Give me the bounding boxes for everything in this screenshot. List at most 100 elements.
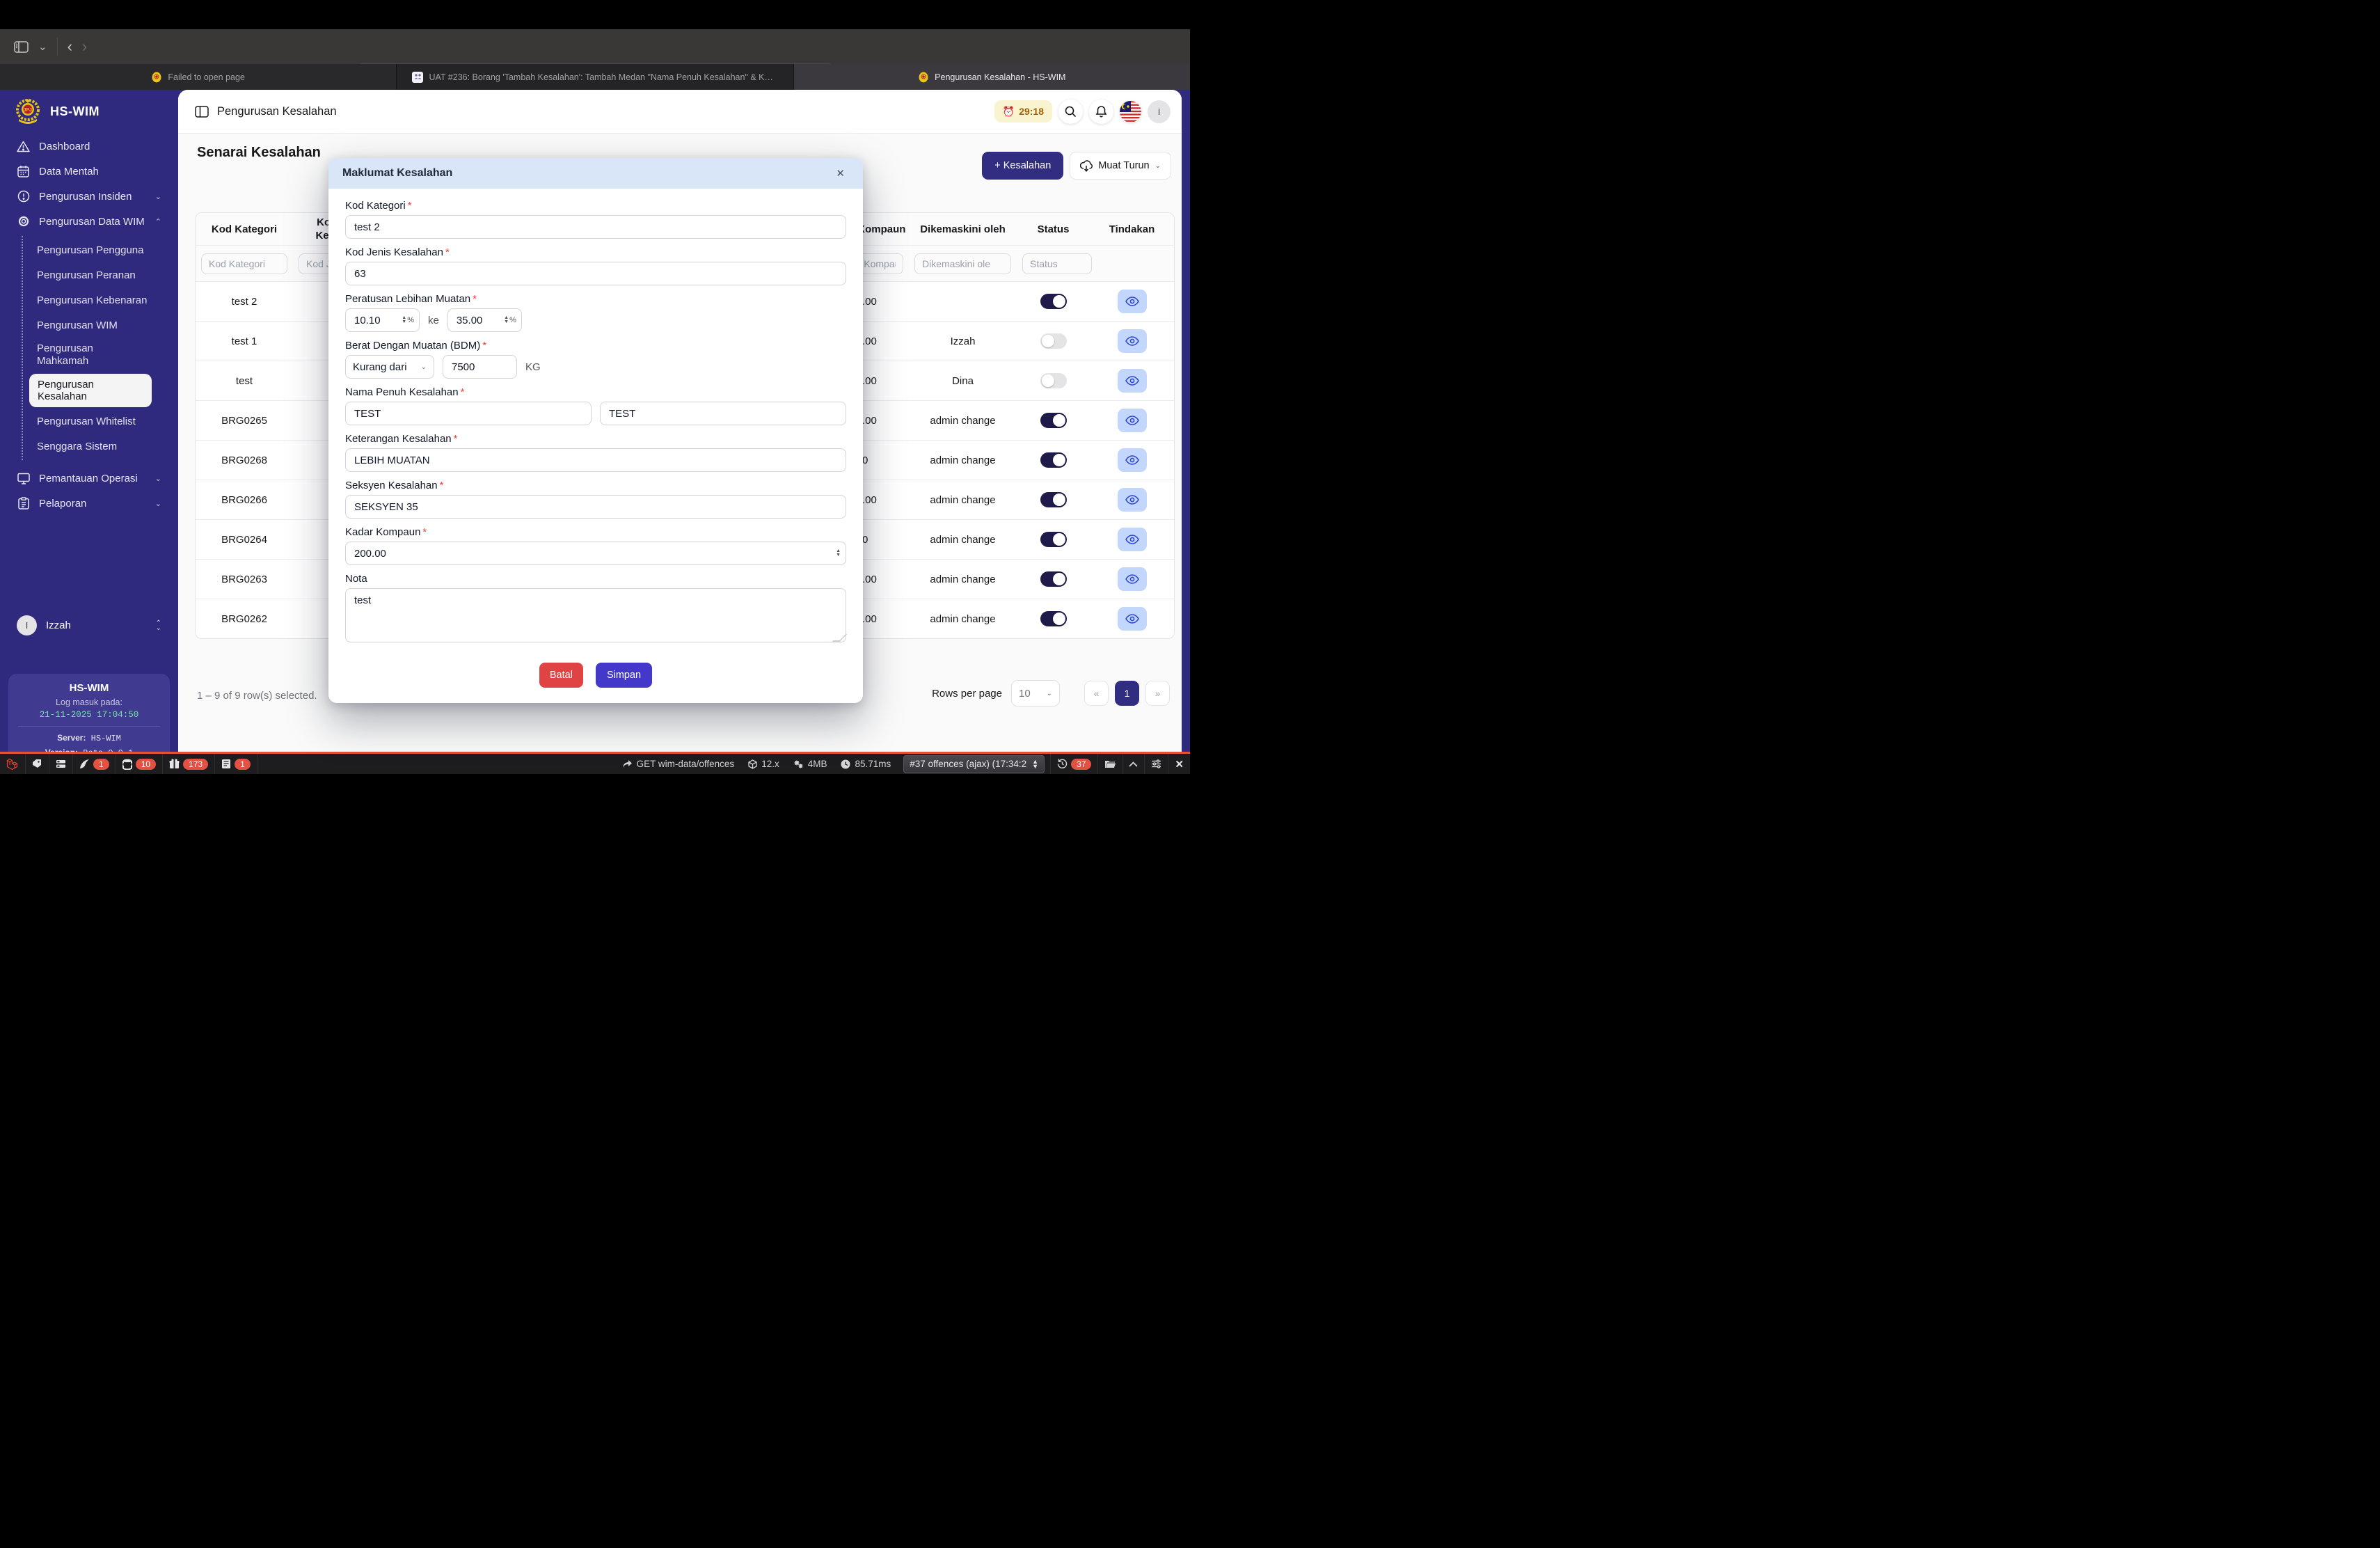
search-button[interactable] [1058,99,1083,124]
percent-spinner-icon[interactable]: ▲ ▼% [504,315,516,324]
nota-textarea[interactable] [345,588,846,642]
eye-icon [1125,614,1139,624]
kod-jenis-input[interactable] [345,262,846,285]
settings-sliders-button[interactable] [1144,754,1168,774]
number-spinner-icon[interactable]: ▲ ▼ [836,548,841,558]
sidebar-item-data-mentah[interactable]: Data Mentah [0,159,178,184]
bdm-operator-select[interactable]: Kurang dari ⌄ [345,355,434,379]
cancel-button[interactable]: Batal [539,663,583,688]
page-size-select[interactable]: 10 ⌄ [1011,680,1060,706]
view-button[interactable] [1117,488,1147,512]
view-button[interactable] [1117,567,1147,591]
status-toggle[interactable] [1040,492,1067,507]
percent-spinner-icon[interactable]: ▲ ▼% [402,315,414,324]
back-button[interactable]: ‹ [68,39,72,54]
sidebar-item-senggara-sistem[interactable]: Senggara Sistem [23,434,178,459]
tab-title: Failed to open page [168,72,245,82]
timeline-tab[interactable] [49,754,73,774]
views-tab[interactable]: 1 [215,754,257,774]
status-toggle[interactable] [1040,333,1067,349]
history-button[interactable]: 37 [1050,754,1097,774]
sidebar-item-dashboard[interactable]: Dashboard [0,134,178,159]
request-selector[interactable]: #37 offences (ajax) (17:34:2 ▲ ▼ [903,755,1045,773]
request-stat: GET wim-data/offences [615,759,742,769]
download-button[interactable]: Muat Turun ⌄ [1070,152,1171,180]
sidebar-item-pengurusan-peranan[interactable]: Pengurusan Peranan [23,262,178,287]
status-toggle[interactable] [1040,452,1067,468]
status-toggle[interactable] [1040,373,1067,388]
view-button[interactable] [1117,329,1147,353]
status-toggle[interactable] [1040,611,1067,626]
kod-kategori-input[interactable] [345,215,846,239]
tab-hswim[interactable]: Pengurusan Kesalahan - HS-WIM [793,64,1190,90]
field-label: Nota [345,573,367,585]
sidebar-item-pengurusan-data-wim[interactable]: Pengurusan Data WIM ⌃ [0,209,178,234]
download-cloud-icon [1080,159,1093,172]
jpj-favicon [151,72,162,83]
close-icon[interactable]: ✕ [832,166,849,180]
laravel-logo-icon[interactable] [0,754,26,774]
required-asterisk: * [407,200,412,212]
page-1-button[interactable]: 1 [1115,681,1139,706]
view-button[interactable] [1117,290,1147,313]
exceptions-tab[interactable]: 1 [73,754,116,774]
view-button[interactable] [1117,448,1147,472]
sidebar-item-pengurusan-mahkamah[interactable]: Pengurusan Mahkamah [23,338,120,372]
seksyen-input[interactable] [345,495,846,519]
sidebar-item-pengurusan-insiden[interactable]: Pengurusan Insiden ⌄ [0,184,178,209]
sidebar-user[interactable]: I Izzah ⌃ ⌄ [0,615,178,635]
sidebar-item-pelaporan[interactable]: Pelaporan ⌄ [0,491,178,516]
status-toggle[interactable] [1040,294,1067,309]
chevron-down-icon[interactable]: ⌄ [38,40,47,53]
maximize-button[interactable] [1122,754,1144,774]
keterangan-input[interactable] [345,448,846,472]
tab-failed-page[interactable]: Failed to open page [0,64,397,90]
queries-tab[interactable]: 10 [116,754,164,774]
cell-kod-kategori: BRG0263 [196,559,293,599]
required-asterisk: * [445,246,450,258]
kadar-kompaun-input[interactable] [345,542,846,565]
view-button[interactable] [1117,369,1147,393]
nama-penuh-input-1[interactable] [345,402,592,425]
sidebar-item-pengurusan-kebenaran[interactable]: Pengurusan Kebenaran [23,287,178,313]
nama-penuh-input-2[interactable] [600,402,846,425]
filter-kod-kategori[interactable] [201,253,287,274]
prev-page-button[interactable]: « [1084,681,1109,706]
profile-avatar-button[interactable]: I [1148,100,1171,123]
sidebar-toggle-icon[interactable] [195,105,209,118]
sidebar-item-pengurusan-pengguna[interactable]: Pengurusan Pengguna [23,237,178,262]
required-asterisk: * [482,340,487,352]
save-button[interactable]: Simpan [595,663,653,688]
status-toggle[interactable] [1040,532,1067,547]
col-dikemaskini-oleh[interactable]: Dikemaskini oleh [909,213,1017,246]
sidebar-item-pengurusan-wim[interactable]: Pengurusan WIM [23,313,178,338]
status-toggle[interactable] [1040,571,1067,587]
session-timer-badge: ⏰ 29:18 [994,100,1052,123]
chevron-down-icon: ⌄ [1046,689,1052,697]
bdm-value-input[interactable] [443,355,517,379]
filter-oleh[interactable] [914,253,1011,274]
view-button[interactable] [1117,607,1147,631]
language-flag-button[interactable] [1120,100,1141,123]
add-kesalahan-button[interactable]: + Kesalahan [982,152,1064,180]
chevron-down-icon: ⌄ [1155,161,1161,170]
notifications-button[interactable] [1089,99,1113,124]
filter-status[interactable] [1022,253,1092,274]
sidebar-item-pemantauan-operasi[interactable]: Pemantauan Operasi ⌄ [0,466,178,491]
forward-button[interactable]: › [82,39,87,54]
view-button[interactable] [1117,528,1147,551]
col-status[interactable]: Status [1017,213,1090,246]
sidebar-item-pengurusan-whitelist[interactable]: Pengurusan Whitelist [23,409,178,434]
status-toggle[interactable] [1040,413,1067,428]
messages-tab[interactable] [26,754,49,774]
sidebar-item-pengurusan-kesalahan[interactable]: Pengurusan Kesalahan [29,374,152,407]
open-folder-button[interactable] [1097,754,1122,774]
close-debugbar-button[interactable]: ✕ [1168,754,1190,774]
models-tab[interactable]: 173 [163,754,216,774]
tab-uat-236[interactable]: UAT #236: Borang 'Tambah Kesalahan': Tam… [397,64,794,90]
sidebar-panel-icon[interactable] [14,40,29,53]
eye-icon [1125,574,1139,584]
col-kod-kategori[interactable]: Kod Kategori [196,213,293,246]
next-page-button[interactable]: » [1145,681,1170,706]
view-button[interactable] [1117,409,1147,432]
